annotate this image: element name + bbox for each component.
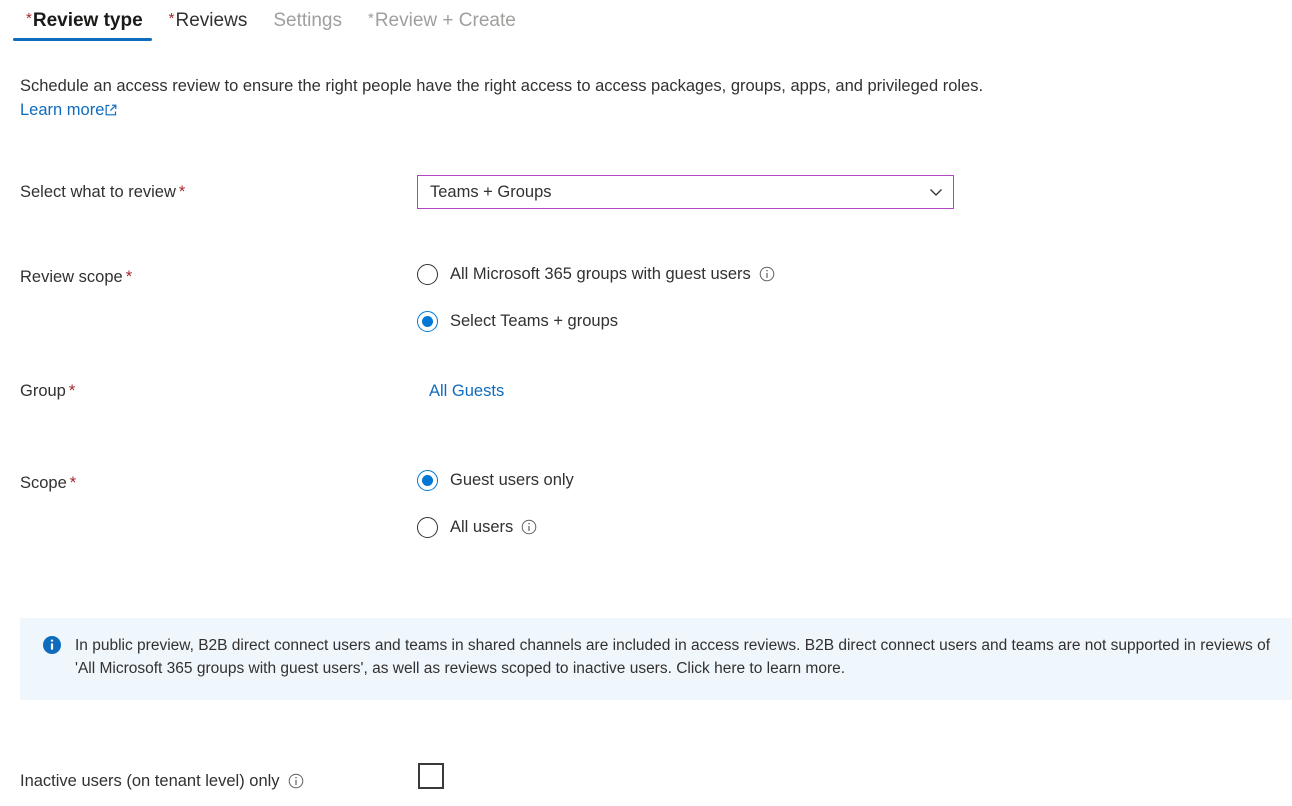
tab-review-create-label: Review + Create [375,10,516,31]
radio-circle [417,264,438,285]
label-text: Inactive users (on tenant level) only [20,770,280,792]
inactive-users-label: Inactive users (on tenant level) only [20,770,304,792]
external-link-icon [105,104,117,116]
info-icon[interactable] [521,519,537,535]
required-asterisk: * [368,10,374,27]
group-label: Group* [20,380,75,402]
radio-circle [417,311,438,332]
tab-review-type-label: Review type [33,10,143,31]
radio-all-m365-groups-with-guest-users[interactable]: All Microsoft 365 groups with guest user… [417,260,775,288]
scope-radio-group: Guest users only All users [417,466,574,541]
radio-label: Guest users only [450,469,574,491]
required-asterisk: * [26,10,32,27]
info-icon[interactable] [288,773,304,789]
info-banner-text: In public preview, B2B direct connect us… [75,634,1270,680]
learn-more-label: Learn more [20,101,104,119]
required-asterisk: * [179,183,185,201]
radio-all-users[interactable]: All users [417,513,574,541]
info-filled-icon [42,635,62,655]
select-what-to-review-label: Select what to review* [20,181,185,203]
radio-label: All Microsoft 365 groups with guest user… [450,263,751,285]
tab-reviews[interactable]: *Reviews [156,0,261,45]
required-asterisk: * [126,268,132,286]
chevron-down-icon [927,183,945,201]
group-value-link[interactable]: All Guests [429,382,504,400]
tab-settings[interactable]: Settings [260,0,355,45]
label-text: Group [20,382,66,400]
review-scope-radio-group: All Microsoft 365 groups with guest user… [417,260,775,335]
radio-circle [417,470,438,491]
required-asterisk: * [69,382,75,400]
tab-settings-label: Settings [273,10,342,31]
tab-review-type[interactable]: *Review type [13,0,156,45]
radio-label: Select Teams + groups [450,310,618,332]
label-text: Review scope [20,268,123,286]
info-icon[interactable] [759,266,775,282]
wizard-tabs: *Review type *Reviews Settings *Review +… [0,0,1292,46]
label-text: Select what to review [20,183,176,201]
selected-value: Teams + Groups [430,182,927,202]
required-asterisk: * [169,10,175,27]
tab-reviews-label: Reviews [176,10,248,31]
row-inactive-users: Inactive users (on tenant level) only [0,760,1292,800]
radio-label: All users [450,516,513,538]
radio-circle [417,517,438,538]
info-banner: In public preview, B2B direct connect us… [20,618,1292,700]
description-text: Schedule an access review to ensure the … [20,77,983,95]
radio-guest-users-only[interactable]: Guest users only [417,466,574,494]
review-scope-label: Review scope* [20,266,132,288]
select-what-to-review-dropdown[interactable]: Teams + Groups [417,175,954,209]
label-text: Scope [20,474,67,492]
active-tab-underline [13,38,152,41]
learn-more-link[interactable]: Learn more [20,98,117,122]
scope-label: Scope* [20,472,76,494]
inactive-users-checkbox[interactable] [418,763,444,789]
tab-review-create[interactable]: *Review + Create [355,0,529,45]
page-description: Schedule an access review to ensure the … [20,74,1260,122]
required-asterisk: * [70,474,76,492]
radio-select-teams-and-groups[interactable]: Select Teams + groups [417,307,775,335]
